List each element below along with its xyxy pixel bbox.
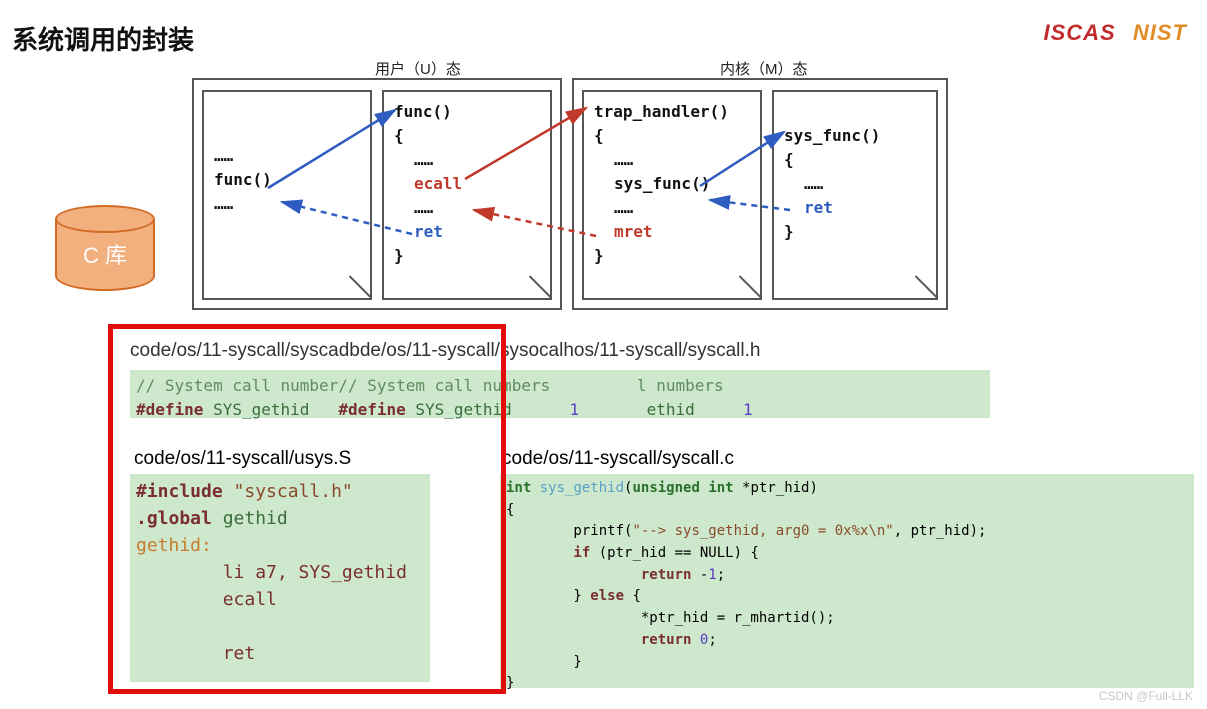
p3-l1: trap_handler() <box>594 100 750 124</box>
p3-l2: { <box>594 124 750 148</box>
sc-l8a: return <box>506 632 700 648</box>
p4-l3: …… <box>804 172 926 196</box>
p3-mret: mret <box>614 220 750 244</box>
p2-l2: { <box>394 124 540 148</box>
p4-l5: } <box>784 220 926 244</box>
p4-l2: { <box>784 148 926 172</box>
sc-l9: } <box>506 654 582 670</box>
label-user-mode: 用户（U）态 <box>375 58 461 79</box>
usys-label: gethid: <box>136 535 212 556</box>
logo-iscas: ISCAS <box>1044 20 1116 45</box>
sc-l5a: return <box>506 567 691 583</box>
sc-l3c: , ptr_hid); <box>894 523 987 539</box>
p3-sysfunc: sys_func() <box>614 172 750 196</box>
sc-l1e: *ptr_hid) <box>734 480 818 496</box>
sc-l2: { <box>506 502 514 518</box>
sc-l5b: - <box>691 567 708 583</box>
usys-code: #include "syscall.h" .global gethid geth… <box>130 474 430 682</box>
usys-globn: gethid <box>223 508 288 529</box>
label-kernel-mode: 内核（M）态 <box>720 58 808 79</box>
hdr-sym3: ethid <box>647 400 695 419</box>
header-code-block: // System call number// System call numb… <box>130 370 990 418</box>
usys-li: li a7, SYS_gethid <box>136 562 407 583</box>
page-func: func() { …… ecall …… ret } <box>382 90 552 300</box>
p3-l5: …… <box>614 196 750 220</box>
sc-l3b: "--> sys_gethid, arg0 = 0x%x\n" <box>632 523 893 539</box>
hdr-c1b: // System call numbers <box>338 376 550 395</box>
usys-inc: #include <box>136 481 223 502</box>
p2-l3: …… <box>414 148 540 172</box>
hdr-val: 1 <box>570 400 580 419</box>
page-trap-handler: trap_handler() { …… sys_func() …… mret } <box>582 90 762 300</box>
sc-l10: } <box>506 675 514 691</box>
p3-l3: …… <box>614 148 750 172</box>
usys-glob: .global <box>136 508 212 529</box>
sc-l6b: else <box>590 588 624 604</box>
sc-l7: *ptr_hid = r_mhartid(); <box>506 610 835 626</box>
p2-l1: func() <box>394 100 540 124</box>
sc-l4a: if <box>506 545 590 561</box>
hdr-c1: // System call number <box>136 376 338 395</box>
path-syscallc: code/os/11-syscall/syscall.c <box>502 448 734 470</box>
sc-l5d: ; <box>717 567 725 583</box>
logos: ISCAS NIST <box>1044 20 1188 46</box>
page-sysfunc: sys_func() { …… ret } <box>772 90 938 300</box>
slide-title: 系统调用的封装 <box>12 20 194 57</box>
usys-incf: "syscall.h" <box>234 481 353 502</box>
p2-l7: } <box>394 244 540 268</box>
hdr-def2: #define <box>338 400 405 419</box>
sc-l4b: (ptr_hid == NULL) { <box>590 545 759 561</box>
sc-l6c: { <box>624 588 641 604</box>
hdr-def1: #define <box>136 400 203 419</box>
watermark: CSDN @Full-LLK <box>1099 689 1193 703</box>
p1-l1: …… <box>214 144 360 168</box>
sc-l5c: 1 <box>708 567 716 583</box>
sc-l3a: printf( <box>506 523 632 539</box>
hdr-c1c: l numbers <box>637 376 724 395</box>
hdr-sym2: SYS_gethid <box>415 400 511 419</box>
p2-ecall: ecall <box>414 172 540 196</box>
p1-l3: …… <box>214 192 360 216</box>
usys-ecall: ecall <box>136 589 277 610</box>
sc-l6a: } <box>506 588 590 604</box>
clib-cylinder: C 库 <box>55 205 155 291</box>
logo-nist: NIST <box>1133 20 1187 45</box>
sc-l1d: unsigned int <box>632 480 733 496</box>
header-paths-overlap: code/os/11-syscall/syscadbde/os/11-sysca… <box>130 340 990 362</box>
sc-l1b: sys_gethid <box>540 480 624 496</box>
p2-l5: …… <box>414 196 540 220</box>
path-usys: code/os/11-syscall/usys.S <box>134 448 351 470</box>
sc-l1a: int <box>506 480 531 496</box>
hdr-sym1: SYS_gethid <box>213 400 309 419</box>
syscallc-code: int sys_gethid(unsigned int *ptr_hid) { … <box>500 474 1194 688</box>
p3-l7: } <box>594 244 750 268</box>
p4-ret: ret <box>804 196 926 220</box>
usys-ret: ret <box>136 643 255 664</box>
p1-l2: func() <box>214 168 360 192</box>
p2-ret: ret <box>414 220 540 244</box>
p4-l1: sys_func() <box>784 124 926 148</box>
hdr-val3: 1 <box>743 400 753 419</box>
page-caller: …… func() …… <box>202 90 372 300</box>
sc-l8c: ; <box>708 632 716 648</box>
